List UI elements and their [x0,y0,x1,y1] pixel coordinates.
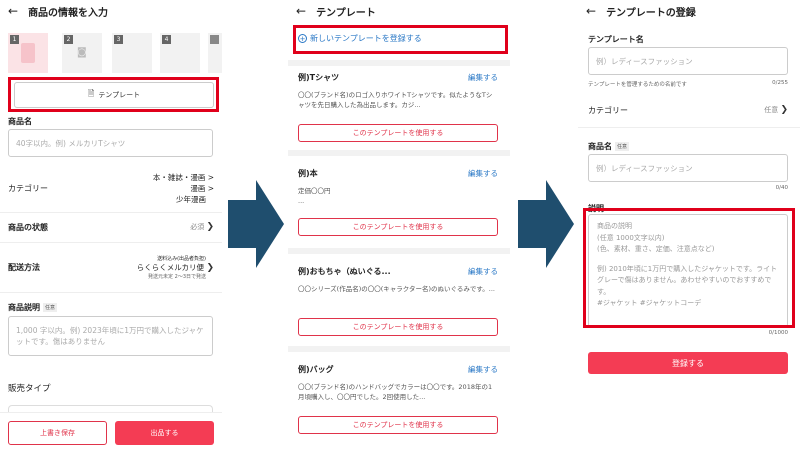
shipping-value: らくらくメルカリ便 [136,262,205,272]
page-title: テンプレート [316,7,376,19]
photo-slot-1[interactable]: 1 [8,33,48,73]
template-name-label: テンプレート名 [588,35,644,44]
template-card: 例)バッグ 編集する 〇〇(ブランド名)のハンドバッグでカラーは〇〇です。201… [288,358,510,442]
optional-tag: 任意 [43,303,58,312]
template-title: 例)おもちゃ（ぬいぐる... [298,267,391,276]
template-title: 例)本 [298,169,318,178]
divider [578,127,800,128]
template-name-count: 0/255 [772,80,788,86]
sales-type-label: 販売タイプ [8,384,51,394]
condition-row[interactable]: 商品の状態 必須 ❯ [8,220,214,234]
highlight-template-button [8,77,219,112]
listing-header: ← 商品の情報を入力 [0,0,222,22]
description-label: 商品説明 任意 [8,302,58,313]
section-divider [288,150,510,156]
page-title: テンプレートの登録 [606,7,696,19]
template-description: 〇〇(ブランド名)のハンドバッグでカラーは〇〇です。2018年の1月頃購入し、〇… [298,383,493,401]
template-register-panel: ← テンプレートの登録 テンプレート名 例）レディースファッション テンプレート… [578,0,800,450]
page-title: 商品の情報を入力 [28,7,109,19]
photo-slot-number: 3 [114,35,123,44]
template-title: 例)Tシャツ [298,73,340,82]
section-divider [288,346,510,352]
section-divider [288,248,510,254]
highlight-description [583,208,795,328]
save-draft-button[interactable]: 上書き保存 [8,421,107,445]
edit-link[interactable]: 編集する [468,168,498,179]
condition-value: 必須 [190,223,205,231]
arrow-right-icon [518,180,574,268]
category-row[interactable]: カテゴリー 本・雑誌・漫画 > 漫画 > 少年漫画 [8,168,214,208]
category-value-1: 本・雑誌・漫画 > [152,172,214,182]
category-label: カテゴリー [8,183,48,193]
photo-slot-number: 4 [162,35,171,44]
category-label: カテゴリー [588,105,628,115]
photo-slot-number: 1 [10,35,19,44]
template-name-input[interactable]: 例）レディースファッション [588,47,788,75]
template-title: 例)バッグ [298,365,334,374]
back-arrow-icon[interactable]: ← [586,4,596,18]
shipping-label: 配送方法 [8,262,40,272]
divider [0,292,222,293]
divider [0,212,222,213]
edit-link[interactable]: 編集する [468,266,498,277]
photo-slot-2[interactable]: 2 ◙ [62,33,102,73]
product-name-label-text: 商品名 [588,142,612,151]
template-description: 〇〇シリーズ(作品名)の〇〇(キャラクター名)のぬいぐるみです。... [298,285,495,293]
template-description: 定価〇〇円 ... [298,187,331,205]
optional-tag: 任意 [615,142,630,151]
photo-slot-5[interactable] [208,33,222,73]
template-header: ← テンプレート [288,0,510,22]
arrow-right-icon [228,180,284,268]
product-name-label: 商品名 [8,117,32,126]
listing-form-panel: ← 商品の情報を入力 1 2 ◙ 3 4 🗎 テンプレート 商品名 40字以内。… [0,0,222,450]
edit-link[interactable]: 編集する [468,72,498,83]
camera-icon: ◙ [77,47,87,58]
description-input[interactable]: 1,000 字以内。例) 2023年頃に1万円で購入したジャケットです。傷はあり… [8,316,213,356]
chevron-right-icon: ❯ [780,105,788,115]
edit-link[interactable]: 編集する [468,364,498,375]
register-header: ← テンプレートの登録 [578,0,800,22]
photo-slot-3[interactable]: 3 [112,33,152,73]
condition-label: 商品の状態 [8,222,48,232]
photo-slot-number: 2 [64,35,73,44]
template-card: 例)おもちゃ（ぬいぐる... 編集する 〇〇シリーズ(作品名)の〇〇(キャラクタ… [288,260,510,344]
shipping-sub: 発送元未定 2〜3日で発送 [148,273,206,280]
product-name-label: 商品名 任意 [588,141,630,152]
photo-slot-number-partial [210,35,219,44]
template-name-hint: テンプレートを管理するための名前です [588,82,687,88]
category-value: 任意 [764,106,779,114]
product-photo [21,43,35,63]
template-list-panel: ← テンプレート + 新しいテンプレートを登録する 例)Tシャツ 編集する 〇〇… [288,0,510,450]
shipping-row[interactable]: 配送方法 送料込み(出品者負担) らくらくメルカリ便 ❯ 発送元未定 2〜3日で… [8,250,214,284]
description-count: 0/1000 [768,330,788,336]
product-name-count: 0/40 [775,185,788,191]
use-template-button[interactable]: このテンプレートを使用する [298,416,498,434]
shipping-note: 送料込み(出品者負担) [157,255,206,262]
photo-slot-4[interactable]: 4 [160,33,200,73]
chevron-right-icon: ❯ [206,222,214,232]
product-name-input[interactable]: 例）レディースファッション [588,154,788,182]
category-value-3: 少年漫画 [176,194,206,204]
chevron-right-icon: ❯ [206,262,214,273]
use-template-button[interactable]: このテンプレートを使用する [298,124,498,142]
divider [0,242,222,243]
product-name-input[interactable]: 40字以内。例) メルカリTシャツ [8,129,213,157]
list-item-button[interactable]: 出品する [115,421,214,445]
highlight-new-template [293,25,508,54]
use-template-button[interactable]: このテンプレートを使用する [298,218,498,236]
template-card: 例)本 編集する 定価〇〇円 ... このテンプレートを使用する [288,162,510,246]
category-row[interactable]: カテゴリー 任意 ❯ [588,103,788,117]
back-arrow-icon[interactable]: ← [296,4,306,18]
template-description: 〇〇(ブランド名)のロゴ入りホワイトTシャツです。似たようなTシャツを先日購入し… [298,91,493,109]
register-button[interactable]: 登録する [588,352,788,374]
category-value-2: 漫画 > [190,183,214,193]
template-card: 例)Tシャツ 編集する 〇〇(ブランド名)のロゴ入りホワイトTシャツです。似たよ… [288,66,510,150]
back-arrow-icon[interactable]: ← [8,4,18,18]
use-template-button[interactable]: このテンプレートを使用する [298,318,498,336]
description-label-text: 商品説明 [8,303,40,312]
